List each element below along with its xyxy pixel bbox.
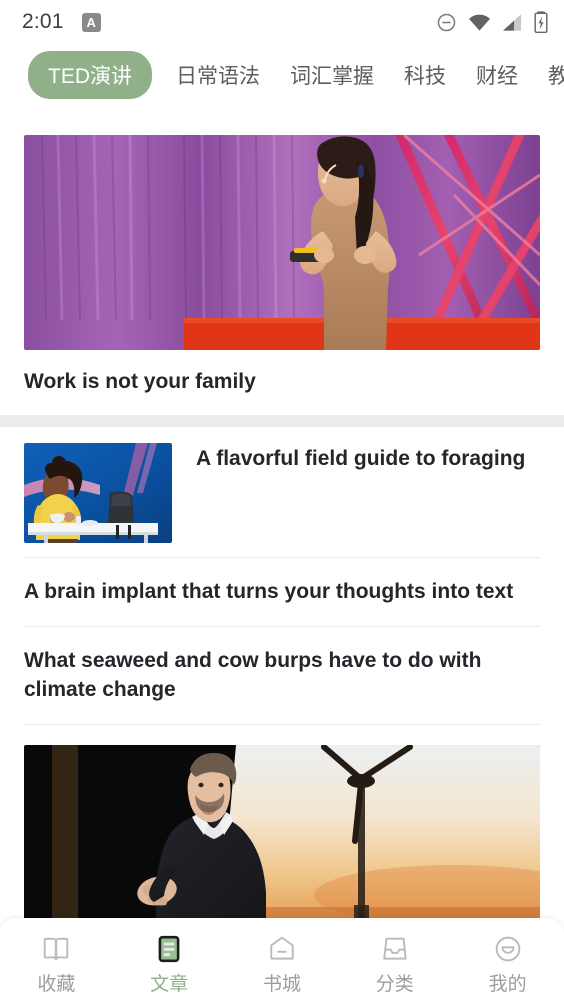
ted-speaker-wind-turbine-illustration	[24, 744, 540, 927]
notification-app-icon-letter: A	[86, 14, 96, 30]
wifi-icon	[468, 13, 491, 32]
category-tab-vocabulary[interactable]: 词汇掌握	[290, 60, 374, 90]
article-title[interactable]: A brain implant that turns your thoughts…	[24, 578, 513, 606]
nav-item-articles[interactable]: 文章	[113, 928, 226, 994]
app-screen: 2:01 A TED演讲 日常语法 词汇掌握 科技 财经 教 Work is n…	[0, 0, 564, 1004]
status-bar-clock: 2:01	[22, 10, 64, 33]
cell-signal-icon	[502, 13, 523, 32]
bookstore-house-icon	[265, 932, 299, 966]
profile-smiley-icon	[491, 932, 525, 966]
article-card-wide[interactable]	[0, 744, 564, 927]
ted-speaker-purple-stage-illustration	[24, 135, 540, 350]
battery-charging-icon	[534, 11, 548, 33]
article-document-icon	[152, 932, 186, 966]
status-bar: 2:01 A	[0, 0, 564, 44]
article-card-thumb[interactable]: A flavorful field guide to foraging	[0, 427, 564, 557]
nav-label: 书城	[262, 974, 301, 995]
nav-item-favorites[interactable]: 收藏	[0, 928, 113, 994]
nav-label: 文章	[150, 974, 189, 995]
article-title[interactable]: Work is not your family	[0, 350, 564, 415]
article-title[interactable]: What seaweed and cow burps have to do wi…	[24, 647, 540, 703]
article-wide-image	[24, 744, 540, 927]
nav-item-bookstore[interactable]: 书城	[226, 928, 339, 994]
nav-label: 我的	[488, 974, 527, 995]
section-separator-band	[0, 415, 564, 428]
article-card-hero[interactable]: Work is not your family	[0, 135, 564, 416]
article-card-text[interactable]: A brain implant that turns your thoughts…	[0, 558, 564, 626]
open-book-icon	[39, 932, 73, 966]
list-divider	[24, 723, 540, 725]
article-title[interactable]: A flavorful field guide to foraging	[196, 443, 525, 473]
article-thumbnail-image	[24, 443, 172, 544]
ted-speaker-yellow-top-illustration	[24, 443, 172, 544]
category-tab-ted[interactable]: TED演讲	[28, 51, 152, 99]
category-tab-education[interactable]: 教	[548, 60, 564, 90]
category-tab-grammar[interactable]: 日常语法	[176, 60, 260, 90]
nav-label: 收藏	[37, 974, 76, 995]
bottom-navigation-bar[interactable]: 收藏 文章 书城 分类 我的	[0, 918, 564, 1004]
nav-label: 分类	[375, 974, 414, 995]
do-not-disturb-icon	[436, 12, 457, 33]
article-feed[interactable]: Work is not your family A flavorful fiel…	[0, 106, 564, 1004]
nav-item-categories[interactable]: 分类	[338, 928, 451, 994]
category-tab-finance[interactable]: 财经	[476, 60, 518, 90]
nav-item-profile[interactable]: 我的	[451, 928, 564, 994]
category-tab-bar[interactable]: TED演讲 日常语法 词汇掌握 科技 财经 教	[0, 44, 564, 106]
notification-app-icon: A	[81, 12, 101, 32]
article-card-text[interactable]: What seaweed and cow burps have to do wi…	[0, 627, 564, 723]
status-bar-icons	[436, 11, 548, 33]
article-hero-image	[24, 135, 540, 350]
category-tab-technology[interactable]: 科技	[404, 60, 446, 90]
category-tray-icon	[378, 932, 412, 966]
